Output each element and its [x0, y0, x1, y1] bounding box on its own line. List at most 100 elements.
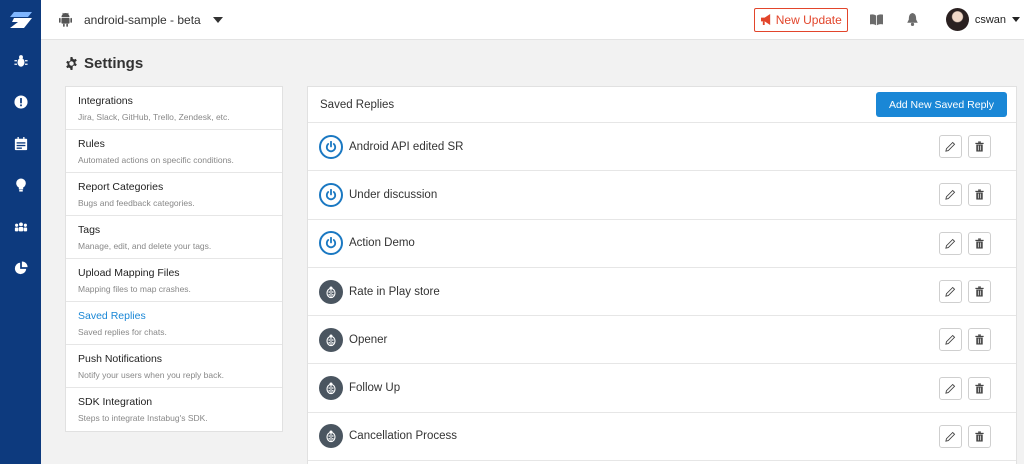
delete-reply-button[interactable]: [968, 280, 991, 304]
nav-item-rules[interactable]: Rules Automated actions on specific cond…: [66, 130, 282, 173]
edit-reply-button[interactable]: [939, 424, 962, 448]
user-menu[interactable]: cswan: [945, 8, 1024, 31]
power-icon: [325, 237, 337, 249]
saved-reply-row[interactable]: Rate in Play store: [308, 268, 1016, 317]
new-update-button[interactable]: New Update: [753, 7, 848, 32]
reply-avatar: [319, 231, 343, 256]
saved-reply-row[interactable]: Opener: [308, 316, 1016, 365]
top-right-controls: New Update cswan: [753, 0, 1024, 39]
chevron-down-icon: [212, 16, 223, 23]
avatar: [945, 8, 969, 31]
nav-item-title: Tags: [78, 224, 101, 236]
ladybug-icon: [326, 382, 336, 395]
nav-item-integrations[interactable]: Integrations Jira, Slack, GitHub, Trello…: [66, 87, 282, 130]
panel-header: Saved Replies Add New Saved Reply: [308, 87, 1016, 123]
saved-replies-panel: Saved Replies Add New Saved Reply Androi…: [307, 86, 1017, 464]
edit-reply-button[interactable]: [939, 231, 962, 255]
saved-reply-name: Android API edited SR: [349, 140, 464, 153]
android-icon: [59, 12, 72, 27]
nav-item-desc: Automated actions on specific conditions…: [78, 155, 234, 165]
left-rail: [0, 0, 41, 464]
page-title: Settings: [84, 55, 144, 72]
notifications-button[interactable]: [906, 13, 920, 27]
delete-reply-button[interactable]: [968, 376, 991, 400]
trash-icon: [975, 431, 984, 442]
saved-reply-name: Under discussion: [349, 188, 438, 201]
edit-reply-button[interactable]: [939, 183, 962, 207]
trash-icon: [975, 334, 984, 345]
nav-item-title: Report Categories: [78, 181, 164, 193]
settings-nav: Integrations Jira, Slack, GitHub, Trello…: [65, 86, 283, 432]
app-name: android-sample - beta: [84, 12, 201, 27]
rail-item-feature-requests[interactable]: [0, 165, 41, 207]
delete-reply-button[interactable]: [968, 183, 991, 207]
saved-reply-name: Rate in Play store: [349, 285, 440, 298]
trash-icon: [975, 286, 984, 297]
saved-reply-row[interactable]: Cancellation Process: [308, 413, 1016, 462]
saved-reply-row[interactable]: Android API edited SR: [308, 123, 1016, 172]
delete-reply-button[interactable]: [968, 231, 991, 255]
edit-reply-button[interactable]: [939, 376, 962, 400]
trash-icon: [975, 141, 984, 152]
book-icon: [870, 14, 884, 26]
nav-item-push-notifications[interactable]: Push Notifications Notify your users whe…: [66, 345, 282, 388]
nav-item-desc: Saved replies for chats.: [78, 327, 167, 337]
top-bar: android-sample - beta New Update cswan: [41, 0, 1024, 40]
ladybug-icon: [326, 430, 336, 443]
delete-reply-button[interactable]: [968, 328, 991, 352]
rail-item-bugs[interactable]: [0, 40, 41, 82]
logo-icon: [9, 12, 32, 28]
add-saved-reply-button[interactable]: Add New Saved Reply: [875, 92, 1007, 117]
nav-item-title: Rules: [78, 138, 105, 150]
pencil-icon: [945, 383, 956, 394]
pencil-icon: [945, 431, 956, 442]
trash-icon: [975, 383, 984, 394]
row-actions: [933, 328, 991, 352]
instabug-logo[interactable]: [0, 0, 41, 40]
reply-avatar: [319, 134, 343, 159]
calendar-icon: [14, 136, 27, 150]
nav-item-desc: Notify your users when you reply back.: [78, 370, 224, 380]
app-selector[interactable]: android-sample - beta: [59, 12, 223, 27]
row-actions: [933, 183, 991, 207]
chevron-down-icon: [1012, 17, 1020, 22]
delete-reply-button[interactable]: [968, 424, 991, 448]
edit-reply-button[interactable]: [939, 280, 962, 304]
users-icon: [14, 222, 27, 232]
nav-item-desc: Steps to integrate Instabug's SDK.: [78, 413, 208, 423]
rail-item-crashes[interactable]: [0, 82, 41, 124]
delete-reply-button[interactable]: [968, 135, 991, 159]
nav-item-saved-replies[interactable]: Saved Replies Saved replies for chats.: [66, 302, 282, 345]
nav-item-tags[interactable]: Tags Manage, edit, and delete your tags.: [66, 216, 282, 259]
rail-item-analytics[interactable]: [0, 248, 41, 290]
alert-icon: [13, 95, 28, 109]
saved-reply-name: Opener: [349, 333, 388, 346]
saved-reply-name: Follow Up: [349, 382, 401, 395]
nav-item-desc: Jira, Slack, GitHub, Trello, Zendesk, et…: [78, 112, 230, 122]
nav-item-desc: Manage, edit, and delete your tags.: [78, 241, 212, 251]
saved-reply-row[interactable]: Action Demo: [308, 220, 1016, 268]
edit-reply-button[interactable]: [939, 135, 962, 159]
pencil-icon: [945, 238, 956, 249]
reply-avatar: [319, 376, 343, 401]
megaphone-icon: [760, 14, 770, 25]
reply-avatar: [319, 327, 343, 352]
nav-item-title: Saved Replies: [78, 310, 146, 322]
pencil-icon: [945, 335, 956, 346]
saved-reply-row[interactable]: Follow Up: [308, 364, 1016, 413]
lightbulb-icon: [15, 178, 26, 192]
nav-item-title: Integrations: [78, 95, 133, 107]
trash-icon: [975, 238, 984, 249]
docs-button[interactable]: [870, 13, 884, 27]
bug-icon: [13, 54, 28, 67]
rail-item-surveys[interactable]: [0, 123, 41, 165]
edit-reply-button[interactable]: [939, 328, 962, 352]
saved-reply-name: Action Demo: [349, 237, 415, 250]
nav-item-title: SDK Integration: [78, 396, 153, 408]
saved-reply-row[interactable]: Under discussion: [308, 171, 1016, 220]
row-actions: [933, 376, 991, 400]
nav-item-sdk-integration[interactable]: SDK Integration Steps to integrate Insta…: [66, 388, 282, 431]
nav-item-upload-mapping-files[interactable]: Upload Mapping Files Mapping files to ma…: [66, 259, 282, 302]
rail-item-users[interactable]: [0, 206, 41, 248]
nav-item-report-categories[interactable]: Report Categories Bugs and feedback cate…: [66, 173, 282, 216]
